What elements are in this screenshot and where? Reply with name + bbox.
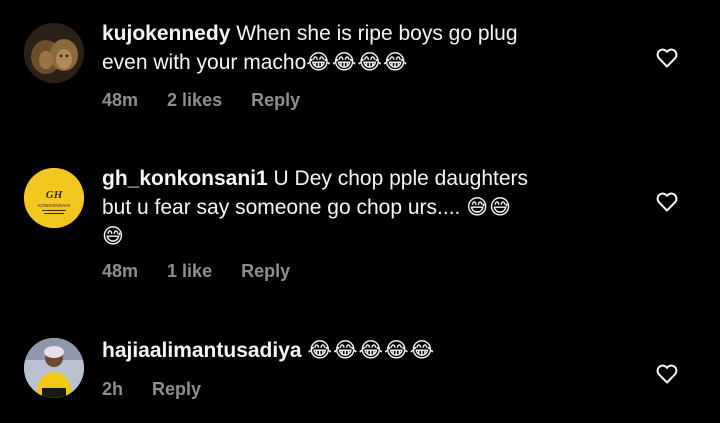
comment-text: gh_konkonsani1 U Dey chop pple daughters… <box>102 165 622 251</box>
username[interactable]: hajiaalimantusadiya <box>102 339 302 362</box>
timestamp: 48m <box>102 261 139 281</box>
comment-text: hajiaalimantusadiya 😂😂😂😂😂 <box>102 336 622 365</box>
sweat-smile-emoji-icon: 😅😅 <box>466 195 513 219</box>
sweat-smile-emoji-icon: 😅 <box>102 224 125 248</box>
username[interactable]: kujokennedy <box>102 22 230 45</box>
comment-body: When she is ripe boys go plug <box>236 22 518 45</box>
reply-button[interactable]: Reply <box>241 261 290 281</box>
lion-avatar-icon <box>24 23 84 83</box>
heart-outline-icon[interactable] <box>655 362 679 386</box>
comment-text: kujokennedy When she is ripe boys go plu… <box>102 20 622 77</box>
comment-body: but u fear say someone go chop urs.... <box>102 196 461 219</box>
likes-count[interactable]: 2 likes <box>167 90 222 110</box>
avatar[interactable] <box>24 23 84 83</box>
username[interactable]: gh_konkonsani1 <box>102 167 268 190</box>
heart-outline-icon[interactable] <box>655 46 679 70</box>
comment-meta: 48m 1 like Reply <box>102 261 314 282</box>
svg-text:GH: GH <box>46 189 63 201</box>
laughing-emoji-icon: 😂😂😂😂😂 <box>307 338 436 362</box>
timestamp: 48m <box>102 90 139 110</box>
comment-meta: 48m 2 likes Reply <box>102 90 324 111</box>
comment-meta: 2h Reply <box>102 379 225 400</box>
svg-text:KONKONSANI: KONKONSANI <box>38 203 70 209</box>
avatar[interactable]: GH KONKONSANI <box>24 168 84 228</box>
reply-button[interactable]: Reply <box>251 90 300 110</box>
avatar[interactable] <box>24 338 84 398</box>
comment-body: even with your macho <box>102 51 307 74</box>
laughing-emoji-icon: 😂😂😂😂 <box>306 50 409 74</box>
woman-avatar-icon <box>24 338 84 398</box>
comment-body: U Dey chop pple daughters <box>273 167 529 190</box>
timestamp: 2h <box>102 379 124 399</box>
heart-outline-icon[interactable] <box>655 190 679 214</box>
likes-count[interactable]: 1 like <box>167 261 212 281</box>
gh-konkonsani-logo-icon: GH KONKONSANI <box>24 168 84 228</box>
reply-button[interactable]: Reply <box>152 379 201 399</box>
